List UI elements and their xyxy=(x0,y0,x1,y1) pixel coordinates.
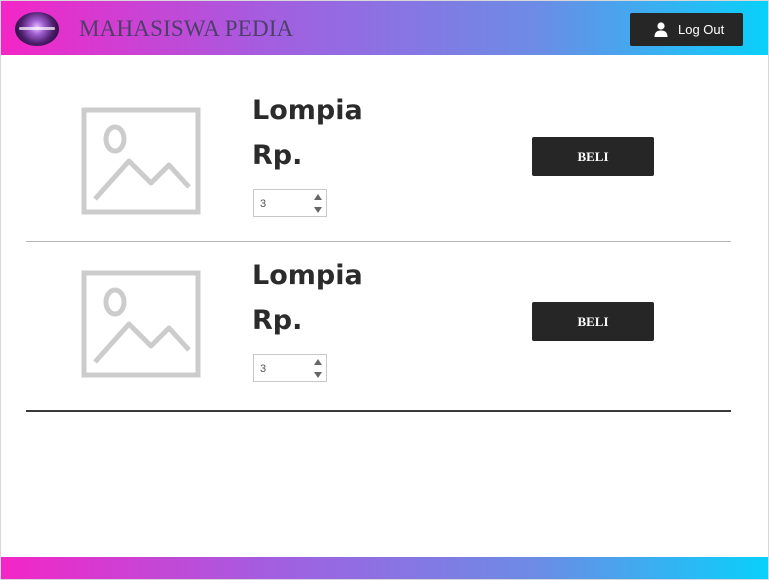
quantity-stepper[interactable]: 3 xyxy=(253,189,327,217)
divider xyxy=(26,241,731,242)
spinner-down-icon[interactable] xyxy=(314,207,322,213)
user-icon xyxy=(654,22,668,37)
product-item: Lompia Rp. 3 BELI xyxy=(1,81,768,241)
page: MAHASISWA PEDIA Log Out Lompia Rp. 3 BEL… xyxy=(0,0,769,580)
image-placeholder-icon xyxy=(81,270,201,378)
spinner-down-icon[interactable] xyxy=(314,372,322,378)
product-name: Lompia xyxy=(252,95,363,126)
quantity-stepper[interactable]: 3 xyxy=(253,354,327,382)
product-item: Lompia Rp. 3 BELI xyxy=(1,246,768,406)
image-placeholder-icon xyxy=(81,107,201,215)
quantity-value: 3 xyxy=(260,198,267,210)
logout-label: Log Out xyxy=(678,22,725,37)
product-price: Rp. xyxy=(252,305,303,336)
spinner-up-icon[interactable] xyxy=(314,359,322,365)
buy-button[interactable]: BELI xyxy=(532,302,654,341)
buy-button[interactable]: BELI xyxy=(532,137,654,176)
product-name: Lompia xyxy=(252,260,363,291)
logout-button[interactable]: Log Out xyxy=(630,13,743,46)
logo-icon[interactable] xyxy=(15,12,59,46)
header-bar: MAHASISWA PEDIA Log Out xyxy=(1,1,768,55)
quantity-value: 3 xyxy=(260,363,267,375)
product-price: Rp. xyxy=(252,140,303,171)
footer-bar xyxy=(1,557,768,579)
brand-title: MAHASISWA PEDIA xyxy=(79,16,294,41)
spinner-up-icon[interactable] xyxy=(314,194,322,200)
divider xyxy=(26,410,731,412)
